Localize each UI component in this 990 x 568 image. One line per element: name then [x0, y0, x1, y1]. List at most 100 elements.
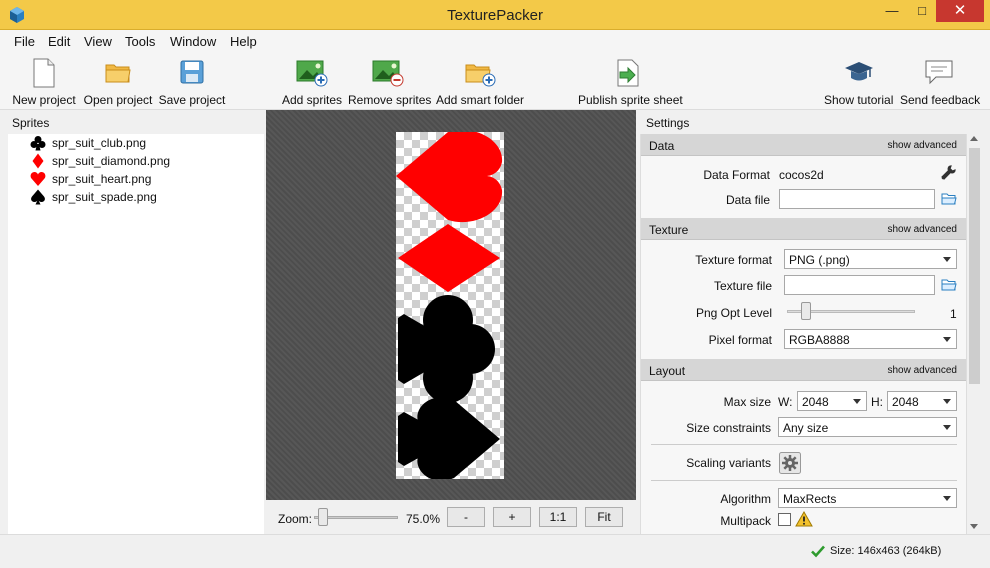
send-feedback-button[interactable]: Send feedback: [900, 52, 981, 110]
spade-icon: [31, 189, 45, 205]
texture-format-select[interactable]: PNG (.png): [784, 249, 957, 269]
new-file-icon: [33, 58, 55, 88]
title-bar: TexturePacker — □ ✕: [0, 0, 990, 30]
sprites-panel: Sprites spr_suit_club.png spr_suit_diamo…: [0, 112, 266, 544]
zoom-out-button[interactable]: -: [447, 507, 485, 527]
texture-section-title: Texture: [649, 223, 689, 237]
add-image-icon: [296, 60, 328, 87]
zoom-label: Zoom:: [278, 512, 313, 526]
chevron-down-icon: [943, 425, 951, 430]
png-opt-slider-thumb[interactable]: [801, 302, 811, 320]
wrench-icon[interactable]: [939, 164, 957, 182]
publish-label: Publish sprite sheet: [578, 93, 683, 107]
settings-scroll-area[interactable]: Data show advanced Data Format cocos2d D…: [640, 134, 966, 534]
texture-file-input[interactable]: [784, 275, 935, 295]
show-tutorial-button[interactable]: Show tutorial: [824, 52, 894, 110]
menu-file[interactable]: File: [14, 34, 35, 49]
data-format-label: Data Format: [703, 168, 770, 182]
status-bar: Size: 146x463 (264kB): [0, 534, 990, 568]
chevron-down-icon: [943, 399, 951, 404]
texture-format-label: Texture format: [695, 253, 772, 267]
scroll-up-icon[interactable]: [970, 136, 978, 141]
data-file-input[interactable]: [779, 189, 935, 209]
menu-edit[interactable]: Edit: [48, 34, 70, 49]
minimize-button[interactable]: —: [878, 0, 906, 22]
add-smart-folder-label: Add smart folder: [436, 93, 525, 107]
publish-sprite-sheet-button[interactable]: Publish sprite sheet: [578, 52, 683, 110]
toolbar: New project Open project Save project Ad…: [0, 52, 990, 110]
scroll-down-icon[interactable]: [970, 524, 978, 529]
sprite-name: spr_suit_heart.png: [52, 172, 152, 186]
data-show-advanced-link[interactable]: show advanced: [888, 140, 958, 151]
heart-icon: [30, 172, 46, 186]
remove-image-icon: [372, 60, 404, 87]
algorithm-label: Algorithm: [720, 492, 771, 506]
menu-window[interactable]: Window: [170, 34, 216, 49]
publish-icon: [617, 59, 639, 87]
algorithm-select[interactable]: MaxRects: [778, 488, 957, 508]
data-format-value: cocos2d: [779, 168, 824, 182]
save-project-label: Save project: [158, 93, 226, 107]
divider: [651, 444, 957, 445]
size-constraints-select[interactable]: Any size: [778, 417, 957, 437]
remove-sprites-label: Remove sprites: [348, 93, 432, 107]
new-project-label: New project: [12, 93, 76, 107]
gear-icon[interactable]: [779, 452, 801, 474]
layout-section-header[interactable]: Layout show advanced: [641, 359, 966, 381]
show-tutorial-label: Show tutorial: [824, 93, 894, 107]
menu-view[interactable]: View: [84, 34, 112, 49]
zoom-slider-thumb[interactable]: [318, 508, 328, 526]
club-icon: [30, 136, 46, 151]
texture-show-advanced-link[interactable]: show advanced: [888, 224, 958, 235]
add-sprites-label: Add sprites: [281, 93, 343, 107]
folder-browse-icon[interactable]: [941, 192, 957, 206]
layout-show-advanced-link[interactable]: show advanced: [888, 365, 958, 376]
folder-browse-icon[interactable]: [941, 278, 957, 292]
texture-file-label: Texture file: [713, 279, 772, 293]
speech-bubble-icon: [925, 60, 953, 85]
sprite-name: spr_suit_club.png: [52, 136, 147, 150]
zoom-in-button[interactable]: +: [493, 507, 531, 527]
pixel-format-label: Pixel format: [708, 333, 772, 347]
menu-help[interactable]: Help: [230, 34, 257, 49]
maximize-button[interactable]: □: [908, 0, 936, 22]
scrollbar-thumb[interactable]: [969, 148, 980, 384]
sprite-name: spr_suit_spade.png: [52, 190, 157, 204]
zoom-1to1-button[interactable]: 1:1: [539, 507, 577, 527]
save-disk-icon: [180, 60, 204, 84]
multipack-checkbox[interactable]: [778, 513, 791, 526]
max-height-select[interactable]: 2048: [887, 391, 957, 411]
heart-sprite: [396, 132, 503, 223]
save-project-button[interactable]: Save project: [156, 52, 228, 110]
data-section-title: Data: [649, 139, 675, 153]
chevron-down-icon: [943, 496, 951, 501]
max-width-select[interactable]: 2048: [797, 391, 867, 411]
zoom-value: 75.0%: [406, 512, 441, 526]
menu-tools[interactable]: Tools: [125, 34, 155, 49]
remove-sprites-button[interactable]: Remove sprites: [348, 52, 432, 110]
close-button[interactable]: ✕: [936, 0, 984, 22]
spade-sprite: [398, 397, 500, 479]
png-opt-level-label: Png Opt Level: [695, 306, 772, 320]
algorithm-value: MaxRects: [783, 492, 837, 506]
add-smart-folder-button[interactable]: Add smart folder: [436, 52, 525, 110]
data-section-header[interactable]: Data show advanced: [641, 134, 966, 156]
send-feedback-label: Send feedback: [900, 93, 981, 107]
texture-section-header[interactable]: Texture show advanced: [641, 218, 966, 240]
multipack-label: Multipack: [720, 514, 771, 528]
add-sprites-button[interactable]: Add sprites: [280, 52, 344, 110]
pixel-format-select[interactable]: RGBA8888: [784, 329, 957, 349]
texture-format-value: PNG (.png): [789, 253, 850, 267]
open-project-button[interactable]: Open project: [80, 52, 156, 110]
new-project-button[interactable]: New project: [8, 52, 80, 110]
png-opt-level-value: 1: [950, 307, 957, 321]
diamond-icon: [32, 153, 44, 169]
zoom-fit-button[interactable]: Fit: [585, 507, 623, 527]
data-file-label: Data file: [725, 193, 770, 207]
sprite-sheet-canvas[interactable]: [266, 110, 636, 500]
sprites-list[interactable]: spr_suit_club.png spr_suit_diamond.png s…: [8, 134, 264, 544]
max-height-value: 2048: [892, 395, 919, 409]
divider: [651, 480, 957, 481]
settings-scrollbar[interactable]: [966, 134, 982, 534]
sprite-name: spr_suit_diamond.png: [52, 154, 171, 168]
